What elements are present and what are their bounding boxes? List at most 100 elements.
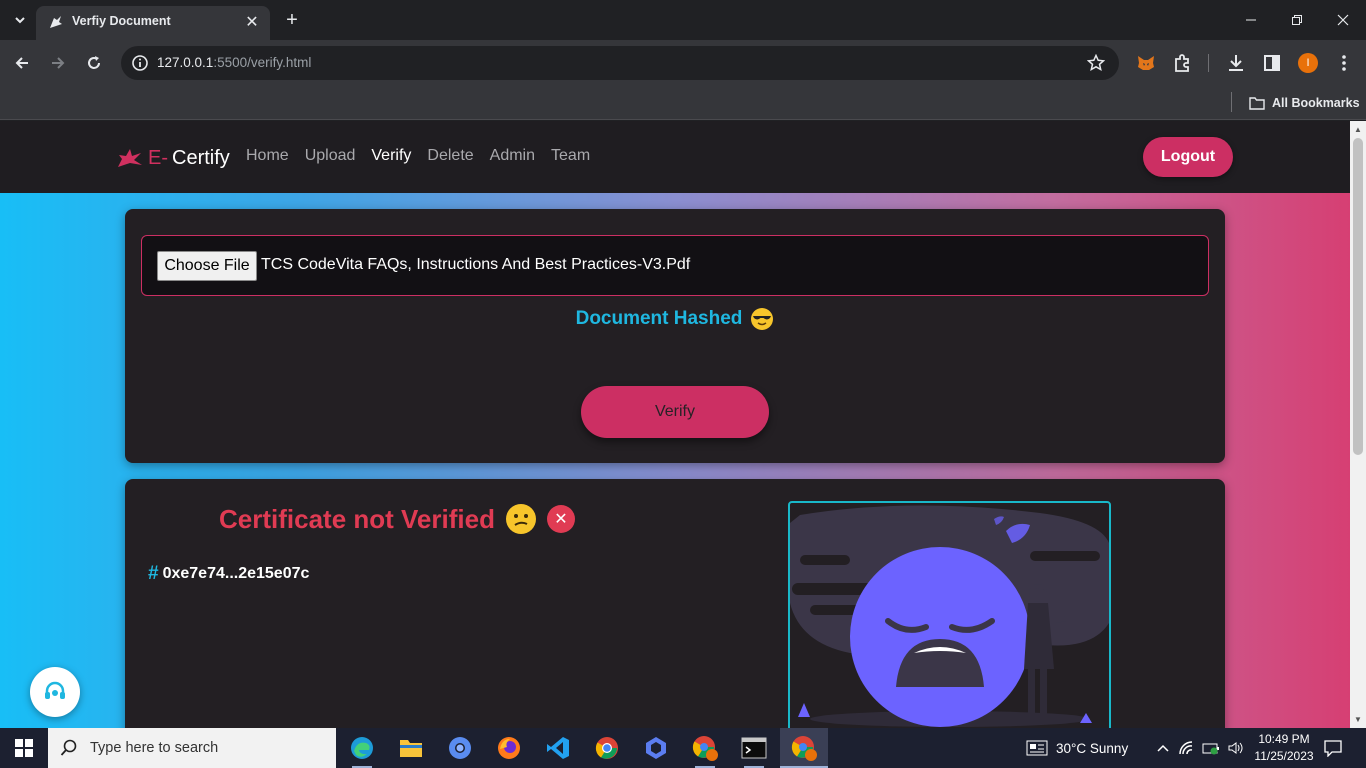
restore-button[interactable] [1274,0,1320,40]
all-bookmarks-button[interactable]: All Bookmarks [1249,93,1360,113]
taskbar-search[interactable]: Type here to search [48,728,336,768]
volume-icon[interactable] [1228,741,1244,755]
sad-face-illustration-icon [790,505,1109,727]
logout-button[interactable]: Logout [1143,137,1233,177]
back-button[interactable] [8,49,36,77]
url-path: :5500/verify.html [213,55,312,70]
start-button[interactable] [0,728,48,768]
bookmarks-bar: All Bookmarks [0,86,1366,120]
notification-icon [1324,740,1342,757]
nav-upload[interactable]: Upload [305,147,356,165]
chromium-taskbar-icon[interactable] [444,732,476,764]
address-bar[interactable]: 127.0.0.1:5500/verify.html [121,46,1119,80]
result-card: Certificate not Verified ✕ # 0xe7e74...2… [125,479,1225,728]
cool-face-icon [751,308,774,330]
system-clock[interactable]: 10:49 PM 11/25/2023 [1248,731,1320,765]
chrome-profile-taskbar-icon[interactable] [689,732,721,764]
minimize-button[interactable] [1228,0,1274,40]
tab-close-icon[interactable]: ✕ [242,12,262,32]
wifi-icon[interactable] [1178,741,1194,755]
terminal-taskbar-icon[interactable] [738,732,770,764]
chrome-taskbar-icon[interactable] [591,732,623,764]
page-viewport: E- Certify Home Upload Verify Delete Admi… [0,121,1350,728]
site-info-icon[interactable] [131,54,149,72]
reload-icon [88,56,100,69]
scroll-down-icon[interactable]: ▼ [1354,715,1362,724]
verification-status: Certificate not Verified ✕ [219,503,575,535]
choose-file-button[interactable]: Choose File [157,251,257,281]
search-icon [60,739,77,756]
vscode-taskbar-icon[interactable] [542,732,574,764]
bookmarks-divider [1231,92,1232,112]
weather-text: 30°C Sunny [1056,740,1129,756]
battery-icon[interactable] [1202,741,1220,755]
nav-home[interactable]: Home [246,147,289,165]
edge-taskbar-icon[interactable] [346,732,378,764]
scroll-thumb[interactable] [1353,138,1363,455]
hash-status-text: Document Hashed [575,308,743,329]
site-nav-links: Home Upload Verify Delete Admin Team [246,147,590,165]
support-chat-button[interactable] [30,667,80,717]
selected-file-name: TCS CodeVita FAQs, Instructions And Best… [261,256,691,273]
site-favicon-icon [50,16,62,28]
copilot-taskbar-icon[interactable] [640,732,672,764]
close-icon [1337,14,1349,26]
restore-icon [1292,15,1302,25]
active-chrome-window[interactable] [780,728,828,768]
hash-status: Document Hashed [125,307,1225,331]
tab-search-button[interactable] [8,8,32,32]
dragon-logo-icon [118,149,142,167]
browser-toolbar: 127.0.0.1:5500/verify.html I [0,40,1366,86]
tab-title: Verfiy Document [72,14,171,28]
active-tab[interactable]: Verfiy Document ✕ [36,6,270,40]
nav-delete[interactable]: Delete [427,147,473,165]
browser-tab-strip: Verfiy Document ✕ + [0,0,1366,40]
downloads-icon[interactable] [1225,52,1247,74]
search-placeholder: Type here to search [90,740,219,756]
clock-date: 11/25/2023 [1254,749,1314,763]
newspaper-icon [1026,740,1048,756]
verify-button[interactable]: Verify [581,386,769,438]
minimize-icon [1246,19,1256,21]
close-window-button[interactable] [1320,0,1366,40]
weather-widget[interactable]: 30°C Sunny [1026,728,1128,768]
windows-logo-icon [15,739,33,757]
hash-symbol: # [148,563,159,584]
bookmark-star-icon[interactable] [1087,54,1105,72]
firefox-taskbar-icon[interactable] [493,732,525,764]
brand-logo[interactable]: E- Certify [116,145,230,171]
nav-team[interactable]: Team [551,147,590,165]
chrome-active-taskbar-icon [788,732,820,764]
browser-menu-icon[interactable] [1333,52,1355,74]
page-scrollbar[interactable]: ▲ ▼ [1350,121,1366,728]
system-tray [1156,728,1244,768]
all-bookmarks-label: All Bookmarks [1272,96,1360,110]
profile-avatar[interactable]: I [1297,52,1319,74]
hash-value: 0xe7e74...2e15e07c [162,565,310,582]
metamask-extension-icon[interactable] [1135,52,1157,74]
side-panel-icon[interactable] [1261,52,1283,74]
show-hidden-icons-icon[interactable] [1156,743,1170,753]
site-navbar: E- Certify Home Upload Verify Delete Admi… [0,121,1350,193]
url-text: 127.0.0.1:5500/verify.html [157,55,311,70]
toolbar-divider [1208,54,1209,72]
url-host: 127.0.0.1 [157,55,214,70]
file-input[interactable]: Choose File TCS CodeVita FAQs, Instructi… [141,235,1209,296]
folder-icon [1249,97,1265,110]
chevron-down-icon [15,17,25,24]
reload-button[interactable] [80,49,108,77]
headset-icon [45,681,65,699]
brand-prefix: E- [148,146,168,169]
file-explorer-taskbar-icon[interactable] [395,732,427,764]
forward-button[interactable] [44,49,72,77]
new-tab-button[interactable]: + [280,8,304,32]
nav-verify[interactable]: Verify [371,147,411,165]
upload-card: Choose File TCS CodeVita FAQs, Instructi… [125,209,1225,463]
error-x-icon: ✕ [546,505,575,533]
nav-admin[interactable]: Admin [490,147,535,165]
arrow-right-icon [52,57,65,69]
notifications-button[interactable] [1322,728,1344,768]
scroll-up-icon[interactable]: ▲ [1354,125,1362,134]
arrow-left-icon [15,57,28,69]
extensions-puzzle-icon[interactable] [1171,52,1193,74]
